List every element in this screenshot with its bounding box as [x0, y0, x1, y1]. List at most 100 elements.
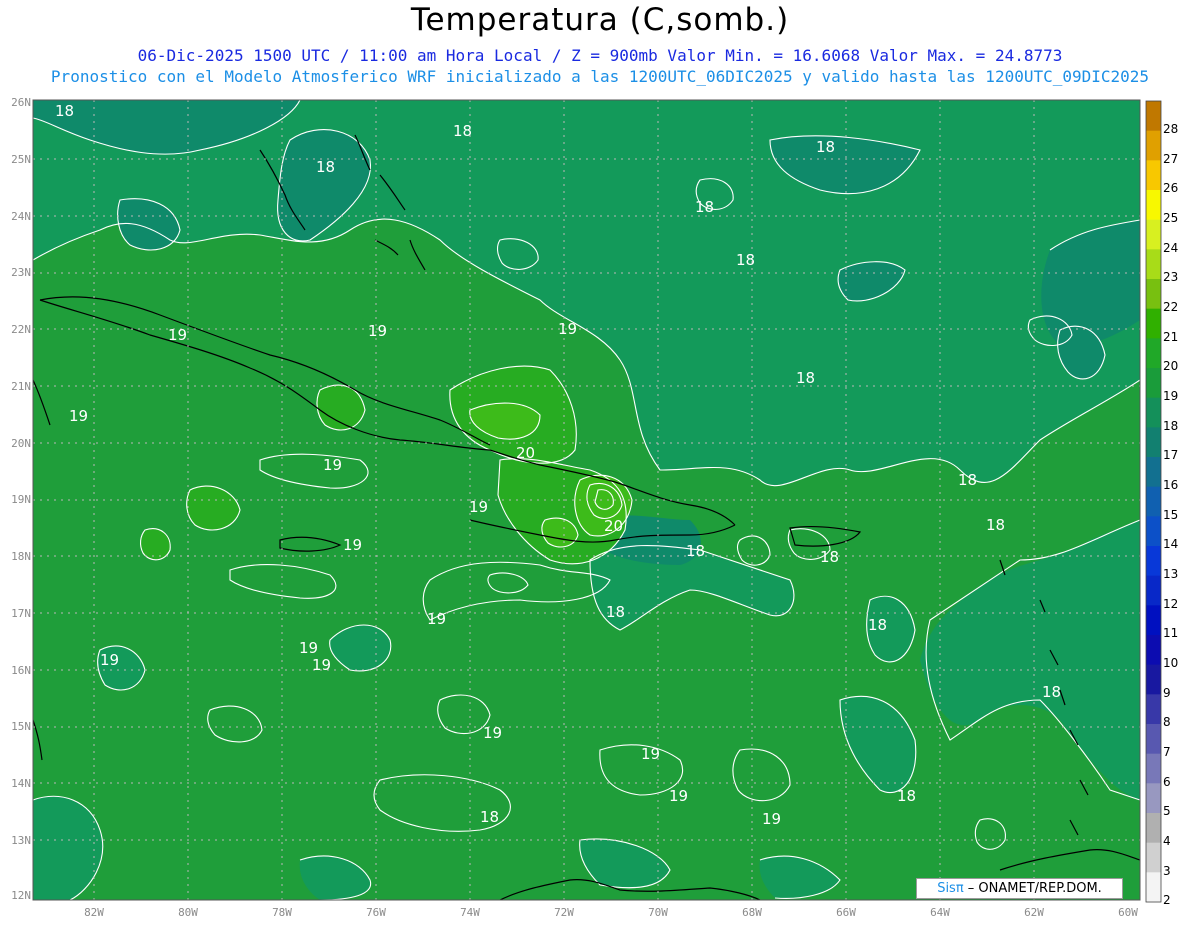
- legend-label: 3: [1163, 863, 1171, 878]
- contour-label: 19: [368, 322, 387, 340]
- legend-swatch: [1146, 130, 1161, 161]
- legend-label: 4: [1163, 833, 1171, 848]
- credit-text: – ONAMET/REP.DOM.: [963, 881, 1102, 896]
- lon-label: 68W: [742, 906, 762, 919]
- legend-swatch: [1146, 842, 1161, 873]
- lat-label: 13N: [11, 834, 31, 847]
- contour-label: 18: [796, 369, 815, 387]
- legend-label: 26: [1163, 181, 1179, 196]
- legend-swatch: [1146, 516, 1161, 547]
- contour-label: 18: [986, 516, 1005, 534]
- contour-label: 19: [641, 745, 660, 763]
- lat-label: 16N: [11, 664, 31, 677]
- legend-swatch: [1146, 457, 1161, 488]
- contour-label: 18: [1042, 683, 1061, 701]
- lon-label: 80W: [178, 906, 198, 919]
- contour-label: 19: [168, 326, 187, 344]
- lat-label: 15N: [11, 720, 31, 733]
- legend-swatch: [1146, 724, 1161, 755]
- legend-label: 2: [1163, 893, 1171, 908]
- legend-swatch: [1146, 783, 1161, 814]
- lat-label: 18N: [11, 550, 31, 563]
- legend-label: 5: [1163, 804, 1171, 819]
- legend-swatch: [1146, 753, 1161, 784]
- credit-box: Sisπ – ONAMET/REP.DOM.: [916, 878, 1123, 899]
- legend-label: 9: [1163, 685, 1171, 700]
- legend-swatch: [1146, 279, 1161, 310]
- legend-swatch: [1146, 575, 1161, 606]
- legend-swatch: [1146, 664, 1161, 695]
- lon-label: 60W: [1118, 906, 1138, 919]
- legend-label: 23: [1163, 270, 1179, 285]
- lon-label: 70W: [648, 906, 668, 919]
- contour-label: 18: [316, 158, 335, 176]
- legend-label: 16: [1163, 477, 1179, 492]
- lat-label: 23N: [11, 266, 31, 279]
- contour-label: 19: [483, 724, 502, 742]
- lon-label: 76W: [366, 906, 386, 919]
- legend-swatch: [1146, 190, 1161, 221]
- legend-swatch: [1146, 486, 1161, 517]
- lon-label: 64W: [930, 906, 950, 919]
- lon-label: 82W: [84, 906, 104, 919]
- contour-label: 18: [686, 542, 705, 560]
- legend-label: 20: [1163, 359, 1179, 374]
- contour-label: 18: [55, 102, 74, 120]
- contour-label: 18: [868, 616, 887, 634]
- contour-label: 20: [604, 517, 623, 535]
- contour-label: 18: [736, 251, 755, 269]
- color-legend: [1145, 100, 1162, 903]
- credit-brand: Sisπ: [937, 881, 964, 896]
- lon-label: 78W: [272, 906, 292, 919]
- legend-label: 7: [1163, 744, 1171, 759]
- legend-swatch: [1146, 635, 1161, 666]
- contour-label: 18: [816, 138, 835, 156]
- legend-label: 10: [1163, 655, 1179, 670]
- lat-label: 20N: [11, 437, 31, 450]
- legend-swatch: [1146, 308, 1161, 339]
- legend-label: 22: [1163, 299, 1179, 314]
- legend-label: 6: [1163, 774, 1171, 789]
- contour-label: 19: [762, 810, 781, 828]
- contour-label: 20: [516, 444, 535, 462]
- legend-swatch: [1146, 338, 1161, 369]
- contour-label: 18: [695, 198, 714, 216]
- contour-label: 18: [897, 787, 916, 805]
- legend-swatch: [1146, 368, 1161, 399]
- contour-label: 19: [469, 498, 488, 516]
- legend-label: 28: [1163, 121, 1179, 136]
- legend-label: 19: [1163, 388, 1179, 403]
- legend-label: 11: [1163, 626, 1179, 641]
- contour-label: 19: [100, 651, 119, 669]
- legend-swatch: [1146, 605, 1161, 636]
- lat-label: 24N: [11, 210, 31, 223]
- lat-label: 12N: [11, 889, 31, 902]
- lon-label: 72W: [554, 906, 574, 919]
- legend-label: 24: [1163, 240, 1179, 255]
- legend-label: 25: [1163, 210, 1179, 225]
- legend-swatch: [1146, 101, 1161, 132]
- legend-label: 13: [1163, 566, 1179, 581]
- legend-swatch: [1146, 397, 1161, 428]
- legend-swatch: [1146, 219, 1161, 250]
- contour-label: 18: [453, 122, 472, 140]
- lon-label: 66W: [836, 906, 856, 919]
- contour-label: 19: [558, 320, 577, 338]
- contour-label: 18: [820, 548, 839, 566]
- legend-swatch: [1146, 427, 1161, 458]
- legend-swatch: [1146, 546, 1161, 577]
- legend-swatch: [1146, 249, 1161, 280]
- lat-label: 21N: [11, 380, 31, 393]
- legend-label: 15: [1163, 507, 1179, 522]
- contour-label: 19: [669, 787, 688, 805]
- legend-label: 21: [1163, 329, 1179, 344]
- legend-swatch: [1146, 160, 1161, 191]
- lon-label: 62W: [1024, 906, 1044, 919]
- legend-label: 18: [1163, 418, 1179, 433]
- lat-label: 22N: [11, 323, 31, 336]
- lat-label: 25N: [11, 153, 31, 166]
- contour-label: 19: [69, 407, 88, 425]
- contour-label: 19: [343, 536, 362, 554]
- legend-label: 12: [1163, 596, 1179, 611]
- legend-swatch: [1146, 694, 1161, 725]
